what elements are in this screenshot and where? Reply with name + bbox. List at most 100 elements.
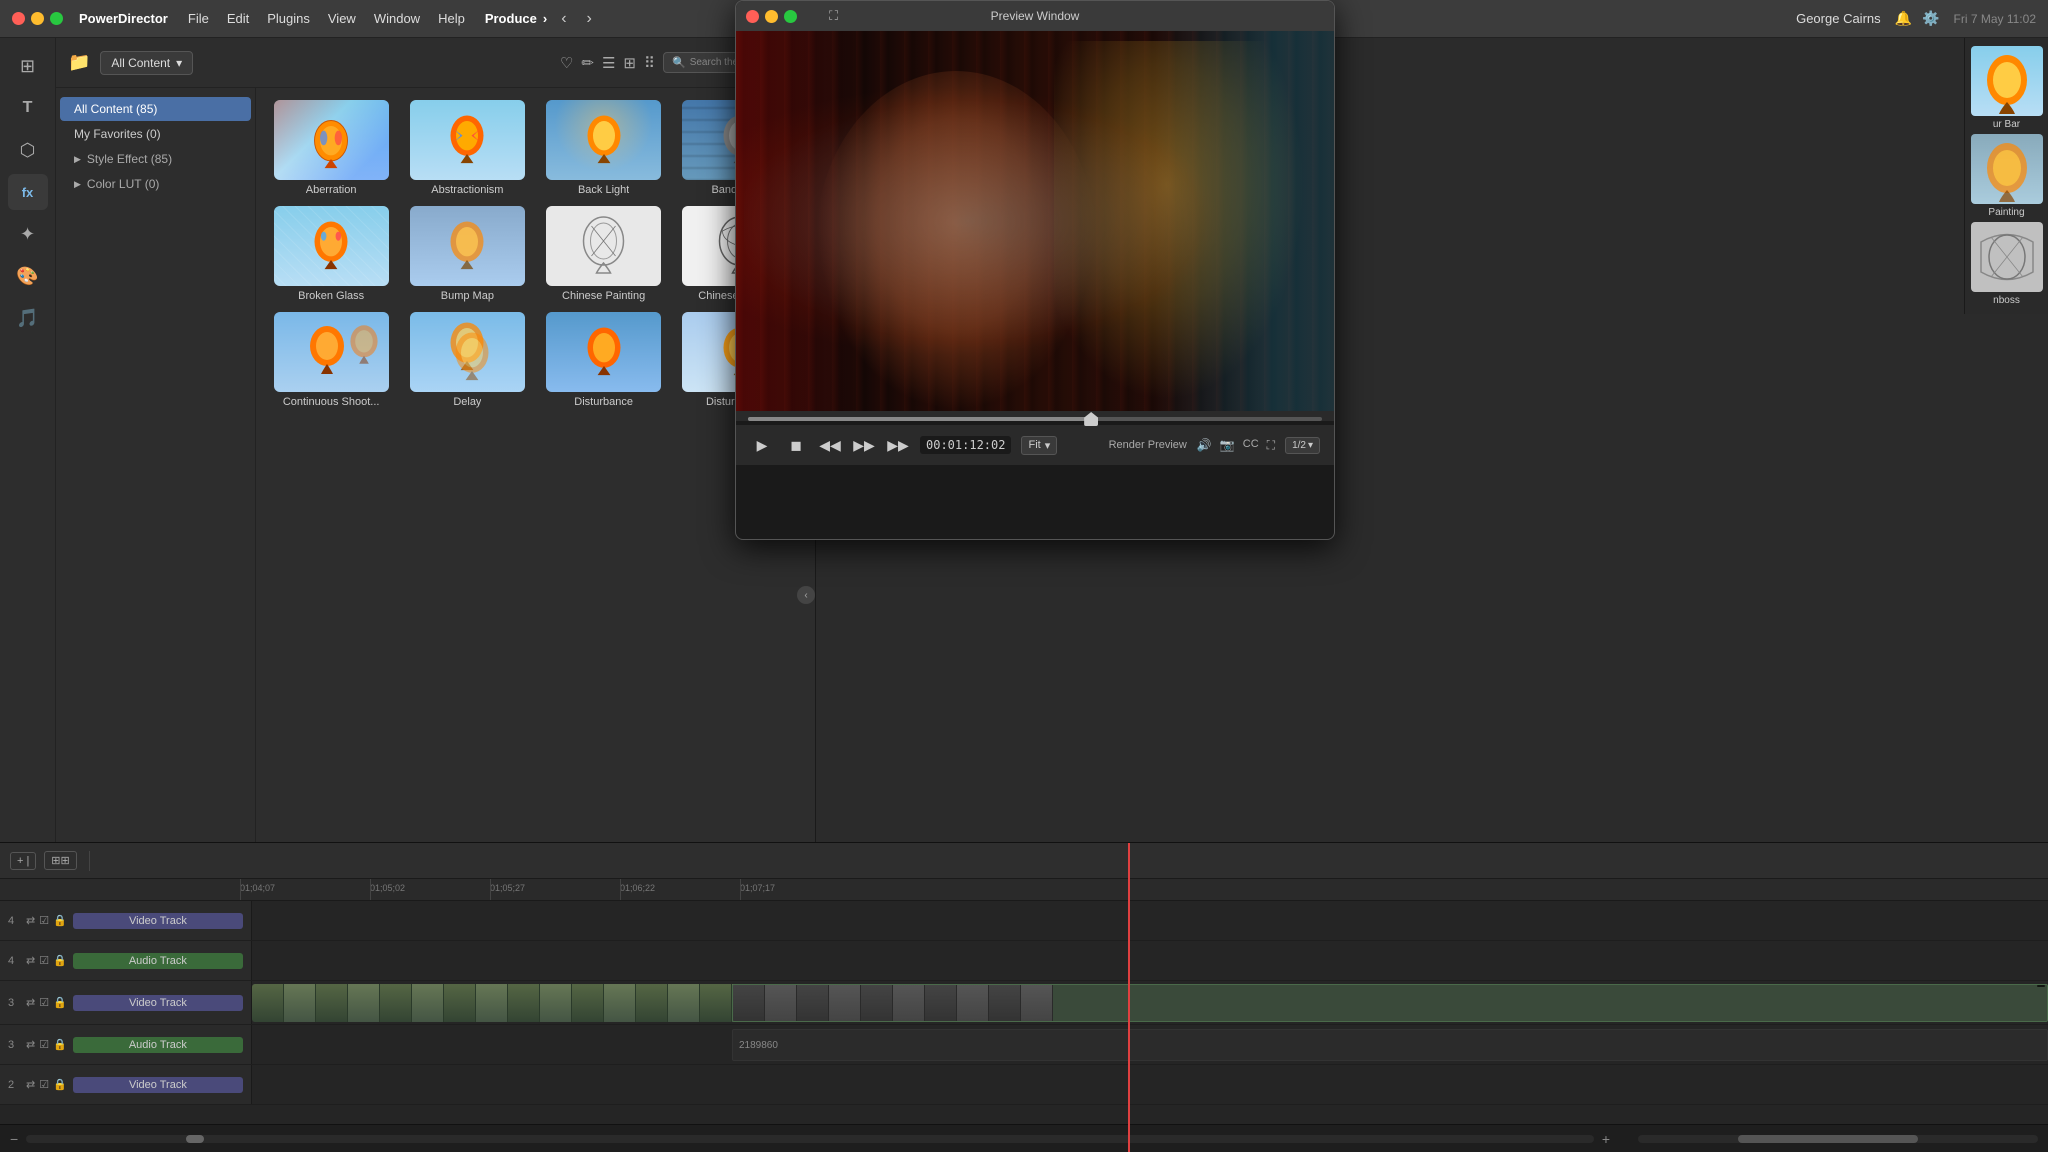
lock-icon[interactable]: 🔒 [53,1078,67,1091]
step-back-button[interactable]: ◀◀ [818,433,842,457]
zoom-in-icon[interactable]: + [1602,1131,1610,1147]
link-icon[interactable]: ⇄ [26,914,35,927]
maximize-button[interactable] [50,12,63,25]
list-item[interactable]: Aberration [268,100,394,196]
minimize-button[interactable] [31,12,44,25]
sidebar-item-audio[interactable]: 🎵 [8,300,48,336]
preview-close-button[interactable] [746,10,759,23]
zoom-slider-thumb[interactable] [186,1135,204,1143]
track-4-video-content[interactable] [252,901,2048,940]
track-2-video-content[interactable] [252,1065,2048,1104]
lock-icon[interactable]: 🔒 [53,1038,67,1051]
list-item[interactable]: Disturbance [541,312,667,408]
menu-edit[interactable]: Edit [227,11,249,26]
link-icon[interactable]: ⇄ [26,996,35,1009]
preview-expand-icon[interactable]: ⛶ [829,8,838,24]
quality-badge[interactable]: 1/2 ▾ [1285,437,1320,454]
filter-color-lut[interactable]: ▶ Color LUT (0) [60,172,251,196]
filmstrip-button[interactable]: ⊞⊞ [44,851,76,870]
list-view-icon[interactable]: ☰ [602,54,615,72]
notification-icon[interactable]: 🔔 [1895,10,1912,27]
timeline-scrollbar[interactable] [1638,1135,2038,1143]
sidebar-item-transitions[interactable]: ⬡ [8,132,48,168]
render-preview-button[interactable]: Render Preview [1109,439,1187,451]
lock-icon[interactable]: 🔒 [53,954,67,967]
panel-collapse-button[interactable]: ‹ [797,586,815,604]
sidebar-item-pip[interactable]: ✦ [8,216,48,252]
list-item[interactable]: ur Bar [1969,46,2044,130]
timeline-tracks: 4 ⇄ ☑ 🔒 Video Track 4 ⇄ ☑ [0,901,2048,1124]
volume-icon[interactable]: 🔊 [1197,438,1212,453]
preview-titlebar: ⛶ Preview Window [736,1,1334,31]
preview-minimize-button[interactable] [765,10,778,23]
checkbox-icon[interactable]: ☑ [39,1078,49,1091]
sidebar-item-text[interactable]: T [8,90,48,126]
filter-icon[interactable]: ✏ [581,54,594,72]
preview-maximize-button[interactable] [784,10,797,23]
checkbox-icon[interactable]: ☑ [39,954,49,967]
menu-plugins[interactable]: Plugins [267,11,310,26]
content-dropdown[interactable]: All Content ▾ [100,51,193,75]
produce-button[interactable]: Produce › [485,8,547,30]
sidebar-item-fx[interactable]: fx [8,174,48,210]
grid-view-icon[interactable]: ⊞ [623,54,636,72]
link-icon[interactable]: ⇄ [26,954,35,967]
filter-favorites[interactable]: My Favorites (0) [60,122,251,146]
scrubber-thumb[interactable] [1084,412,1098,426]
open-folder-button[interactable]: 📁 [68,52,90,73]
link-icon[interactable]: ⇄ [26,1038,35,1051]
scrubber-track[interactable] [748,417,1322,421]
stop-button[interactable]: ◼ [784,433,808,457]
next-button[interactable]: ▶▶ [886,433,910,457]
checkbox-icon[interactable]: ☑ [39,996,49,1009]
menu-view[interactable]: View [328,11,356,26]
list-item[interactable]: Bump Map [404,206,530,302]
fullscreen-icon[interactable]: ⛶ [1267,438,1275,453]
menu-help[interactable]: Help [438,11,465,26]
list-item[interactable]: Chinese Painting [541,206,667,302]
sidebar-item-media[interactable]: ⊞ [8,48,48,84]
fx-icon: fx [22,185,34,200]
fit-dropdown[interactable]: Fit ▾ [1021,436,1057,455]
traffic-lights [12,12,63,25]
datetime: Fri 7 May 11:02 [1954,12,2036,26]
lock-icon[interactable]: 🔒 [53,996,67,1009]
back-button[interactable]: ‹ [555,8,572,30]
list-item[interactable]: Abstractionism [404,100,530,196]
zoom-out-icon[interactable]: − [10,1131,18,1147]
zoom-slider-track[interactable] [26,1135,1594,1143]
list-item[interactable]: Painting [1969,134,2044,218]
list-item[interactable]: Delay [404,312,530,408]
link-icon[interactable]: ⇄ [26,1078,35,1091]
menu-file[interactable]: File [188,11,209,26]
captions-icon[interactable]: CC [1243,438,1259,453]
insert-track-button[interactable]: +| [10,852,36,870]
track-3-audio-content[interactable]: 2189860 [252,1025,2048,1064]
filter-style-effect[interactable]: ▶ Style Effect (85) [60,147,251,171]
timeline-toolbar: +| ⊞⊞ [0,843,2048,879]
sidebar-item-color[interactable]: 🎨 [8,258,48,294]
track-row: 3 ⇄ ☑ 🔒 Audio Track 2189860 [0,1025,2048,1065]
lock-icon[interactable]: 🔒 [53,914,67,927]
list-item[interactable]: Back Light [541,100,667,196]
list-item[interactable]: Continuous Shoot... [268,312,394,408]
snapshot-icon[interactable]: 📷 [1220,438,1235,453]
filter-all-content[interactable]: All Content (85) [60,97,251,121]
favorites-icon[interactable]: ♡ [560,54,573,72]
settings-icon[interactable]: ⚙️ [1922,10,1939,27]
list-item[interactable]: Broken Glass [268,206,394,302]
large-grid-icon[interactable]: ⠿ [644,54,655,72]
menu-window[interactable]: Window [374,11,420,26]
list-item[interactable]: nboss [1969,222,2044,306]
scrollbar-thumb[interactable] [1738,1135,1918,1143]
play-button[interactable]: ▶ [750,433,774,457]
track-4-audio-content[interactable] [252,941,2048,980]
track-3-video-content[interactable]: 2189860 [252,981,2048,1024]
close-button[interactable] [12,12,25,25]
checkbox-icon[interactable]: ☑ [39,914,49,927]
step-forward-button[interactable]: ▶▶ [852,433,876,457]
filmstrip-icon: ⊞⊞ [51,854,69,867]
checkbox-icon[interactable]: ☑ [39,1038,49,1051]
video-clip-right[interactable] [732,984,2048,1022]
forward-button[interactable]: › [581,8,598,30]
